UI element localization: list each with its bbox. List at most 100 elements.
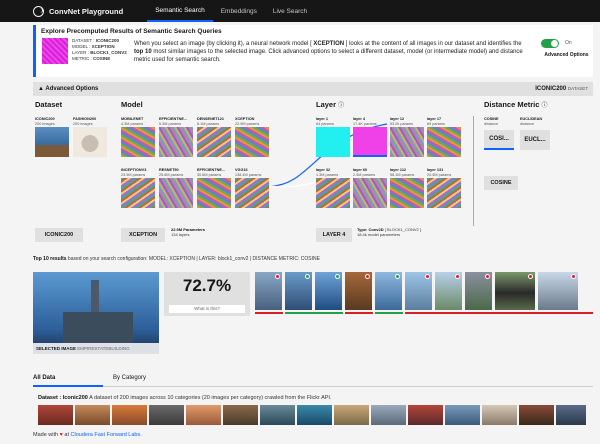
tab-by-category[interactable]: By Category xyxy=(113,375,183,387)
layer-option-32[interactable]: layer 32 1.3M params xyxy=(316,168,350,208)
layer-option-131[interactable]: layer 131 20.9M params xyxy=(427,168,461,208)
result-image[interactable] xyxy=(285,272,312,310)
metric-option-cosine[interactable]: COSINE distance COSI... xyxy=(484,117,514,150)
result-image[interactable] xyxy=(405,272,432,310)
model-params: 25.6M params xyxy=(159,172,184,177)
result-image[interactable] xyxy=(435,272,462,310)
model-params: 23.9M params xyxy=(121,172,146,177)
app-title: ConvNet Playground xyxy=(49,6,124,16)
dataset-image[interactable] xyxy=(75,405,110,425)
result-image[interactable] xyxy=(465,272,492,310)
advanced-options-toggle[interactable] xyxy=(541,39,559,48)
model-params: 4.3M params xyxy=(121,121,144,126)
tab-all-data[interactable]: All Data xyxy=(33,375,103,387)
meta-key: METRIC : xyxy=(72,56,92,61)
meta-layer: BLOCK1_CONV2 xyxy=(90,50,127,55)
dataset-count: 200 images xyxy=(73,121,93,126)
dataset-image[interactable] xyxy=(149,405,184,425)
dataset-image[interactable] xyxy=(408,405,443,425)
tab-embeddings[interactable]: Embeddings xyxy=(213,0,265,22)
dataset-option-fashion200[interactable]: FASHION200 200 images xyxy=(73,117,107,157)
search-score-card: 72.7% What is this? xyxy=(164,272,250,316)
advanced-options-label: ▲ Advanced Options xyxy=(38,86,99,92)
dataset-image[interactable] xyxy=(260,405,295,425)
app-logo[interactable]: ConvNet Playground xyxy=(33,5,124,17)
result-image[interactable] xyxy=(538,272,578,310)
layer-option-1[interactable]: layer 1 64 params xyxy=(316,117,350,157)
meta-key: DATASET : xyxy=(72,38,95,43)
intro-text-model: XCEPTION xyxy=(313,41,345,47)
layer-option-17[interactable]: layer 17 69 params xyxy=(427,117,461,157)
layer-params: 2.4M params xyxy=(353,172,376,177)
mismatch-indicator xyxy=(528,274,533,279)
distance-section-title: Distance Metric ⓘ xyxy=(484,100,548,109)
model-chip[interactable]: XCEPTION xyxy=(121,228,165,242)
advanced-options-header[interactable]: ▲ Advanced Options ICONIC200 DATASET xyxy=(33,82,593,96)
dataset-option-iconic200[interactable]: ICONIC200 200 images xyxy=(35,117,69,157)
layer-thumbnail xyxy=(316,178,350,208)
dataset-image[interactable] xyxy=(334,405,369,425)
dataset-image[interactable] xyxy=(38,405,73,425)
match-indicator xyxy=(395,274,400,279)
footer-link[interactable]: Cloudera Fast Forward Labs. xyxy=(71,432,142,438)
layer-option-112[interactable]: layer 112 58.1M params xyxy=(390,168,424,208)
dataset-desc: A dataset of 200 images across 10 catego… xyxy=(87,395,332,401)
info-icon[interactable]: ⓘ xyxy=(542,103,548,109)
selected-image[interactable] xyxy=(33,272,159,354)
model-option-mobilenet[interactable]: MOBILENET 4.3M params xyxy=(121,117,155,157)
mismatch-indicator xyxy=(275,274,280,279)
model-option-efficientnet-b0[interactable]: EFFICIENTNE... 5.3M params xyxy=(159,117,193,157)
selected-layer-thumbnail xyxy=(42,38,68,64)
model-option-densenet121[interactable]: DENSENET121 8.1M params xyxy=(197,117,231,157)
tab-live-search[interactable]: Live Search xyxy=(265,0,315,22)
dataset-image[interactable] xyxy=(519,405,554,425)
metric-sub: distance xyxy=(484,121,499,126)
layer-thumbnail xyxy=(390,127,424,157)
layer-chip[interactable]: LAYER 4 xyxy=(316,228,352,242)
intro-panel: Explore Precomputed Results of Semantic … xyxy=(33,25,593,77)
dataset-image[interactable] xyxy=(371,405,406,425)
meta-key: MODEL : xyxy=(72,44,91,49)
dataset-image[interactable] xyxy=(556,405,586,425)
dataset-image[interactable] xyxy=(112,405,147,425)
metric-sub: distance xyxy=(520,121,535,126)
model-params: 30.6M params xyxy=(197,172,222,177)
score-help-link[interactable]: What is this? xyxy=(169,305,245,313)
result-image[interactable] xyxy=(375,272,402,310)
top10-heading-text: based on your search configuration: xyxy=(66,256,149,262)
section-divider xyxy=(473,116,474,226)
model-option-efficientnet-b5[interactable]: EFFICIENTNE... 30.6M params xyxy=(197,168,231,208)
layer-option-60[interactable]: layer 60 2.4M params xyxy=(353,168,387,208)
model-thumbnail xyxy=(235,178,269,208)
dataset-key: Dataset : xyxy=(38,395,63,401)
metric-option-euclidean[interactable]: EUCLIDEAN distance EUCL... xyxy=(520,117,550,150)
dataset-image[interactable] xyxy=(297,405,332,425)
dataset-image[interactable] xyxy=(223,405,258,425)
model-option-vgg16[interactable]: VGG16 138.4M params xyxy=(235,168,269,208)
meta-metric: COSINE xyxy=(93,56,111,61)
result-image[interactable] xyxy=(255,272,282,310)
layer-option-4[interactable]: layer 4 17.4K params xyxy=(353,117,387,157)
result-image[interactable] xyxy=(315,272,342,310)
top10-key: LAYER: xyxy=(199,256,217,262)
layer-params: 64 params xyxy=(316,121,334,126)
metric-card: COSI... xyxy=(484,130,514,150)
model-option-resnet50[interactable]: RESNET50 25.6M params xyxy=(159,168,193,208)
model-option-xception[interactable]: XCEPTION 22.9M params xyxy=(235,117,269,157)
layer-info: Type: Conv2D [ BLOCK1_CONV2 ] 18.4k mode… xyxy=(357,227,421,237)
dataset-chip[interactable]: ICONIC200 xyxy=(35,228,83,242)
meta-model: XCEPTION xyxy=(91,44,115,49)
dataset-image[interactable] xyxy=(482,405,517,425)
metric-chip[interactable]: COSINE xyxy=(484,176,518,190)
model-thumbnail xyxy=(159,178,193,208)
dataset-image[interactable] xyxy=(445,405,480,425)
layer-option-12[interactable]: layer 12 53.2k params xyxy=(390,117,424,157)
dataset-image[interactable] xyxy=(186,405,221,425)
result-image[interactable] xyxy=(495,272,535,310)
layer-params: 69 params xyxy=(427,121,445,126)
intro-description: When you select an image (by clicking it… xyxy=(134,40,529,64)
info-icon[interactable]: ⓘ xyxy=(338,103,344,109)
tab-semantic-search[interactable]: Semantic Search xyxy=(147,0,213,22)
model-option-inceptionv3[interactable]: INCEPTIONV3 23.9M params xyxy=(121,168,155,208)
result-image[interactable] xyxy=(345,272,372,310)
